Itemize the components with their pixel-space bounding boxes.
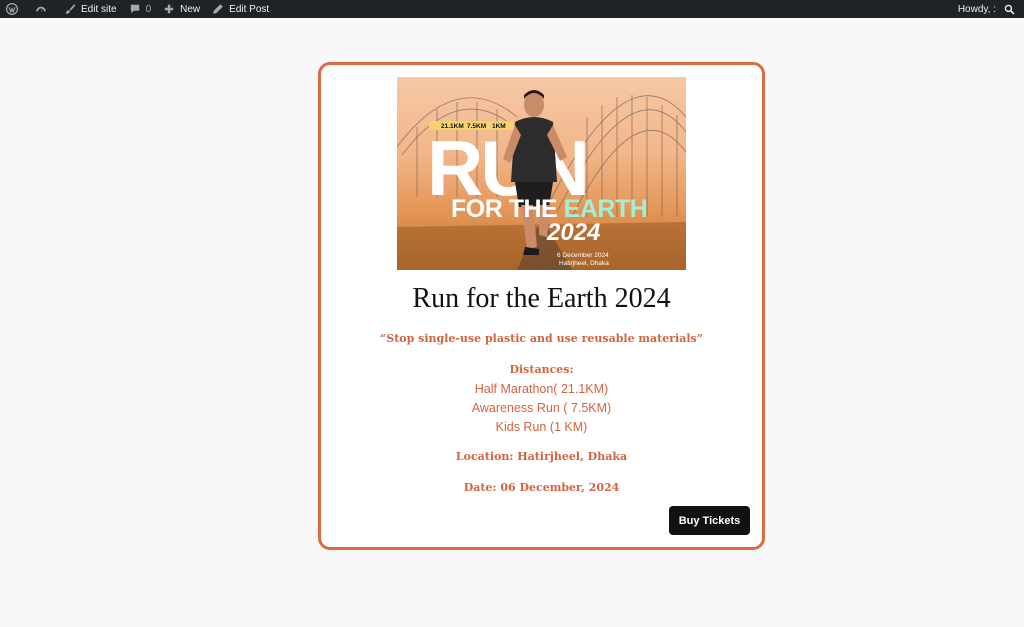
banner-year: 2024: [546, 219, 600, 246]
event-date: Date: 06 December, 2024: [463, 481, 620, 494]
comments-link[interactable]: 0: [123, 0, 158, 18]
search-button[interactable]: [1002, 4, 1024, 15]
wordpress-menu[interactable]: [0, 0, 29, 18]
search-icon: [1004, 4, 1015, 14]
distances-heading: Distances:: [509, 363, 574, 376]
distance-item-kids-run: Kids Run (1 KM): [495, 420, 588, 434]
edit-post-label: Edit Post: [229, 3, 270, 15]
howdy-user-menu[interactable]: Howdy, :: [958, 4, 1002, 15]
plus-icon: [163, 3, 175, 15]
dashboard-menu[interactable]: [29, 0, 58, 18]
dashboard-icon: [35, 3, 47, 15]
admin-bar-secondary: Howdy, :: [958, 0, 1024, 18]
comments-count: 0: [145, 3, 152, 15]
edit-post-link[interactable]: Edit Post: [206, 0, 275, 18]
event-banner-image: 21.1KM 7.5KM 1KM RUN FOR THE EARTH 2024: [397, 77, 686, 270]
event-quote: “Stop single-use plastic and use reusabl…: [379, 332, 704, 345]
wordpress-logo-icon: [6, 3, 18, 15]
event-card: 21.1KM 7.5KM 1KM RUN FOR THE EARTH 2024: [318, 62, 765, 550]
new-content-link[interactable]: New: [157, 0, 206, 18]
distance-item-awareness-run: Awareness Run ( 7.5KM): [471, 401, 612, 415]
event-title: Run for the Earth 2024: [412, 283, 671, 314]
edit-site-link[interactable]: Edit site: [58, 0, 123, 18]
new-label: New: [180, 3, 201, 15]
distances-list: Half Marathon( 21.1KM) Awareness Run ( 7…: [321, 380, 762, 437]
comment-icon: [129, 3, 141, 15]
event-location: Location: Hatirjheel, Dhaka: [455, 450, 628, 463]
banner-date: 6 December 2024: [557, 252, 609, 259]
distance-item-half-marathon: Half Marathon( 21.1KM): [474, 382, 609, 396]
wp-admin-bar: Edit site 0 New Edit Post Howdy, :: [0, 0, 1024, 18]
pencil-icon: [212, 3, 224, 15]
brush-icon: [64, 3, 76, 15]
edit-site-label: Edit site: [81, 3, 117, 15]
buy-tickets-button[interactable]: Buy Tickets: [669, 506, 750, 535]
banner-place: Hatirjheel, Dhaka: [559, 260, 609, 267]
